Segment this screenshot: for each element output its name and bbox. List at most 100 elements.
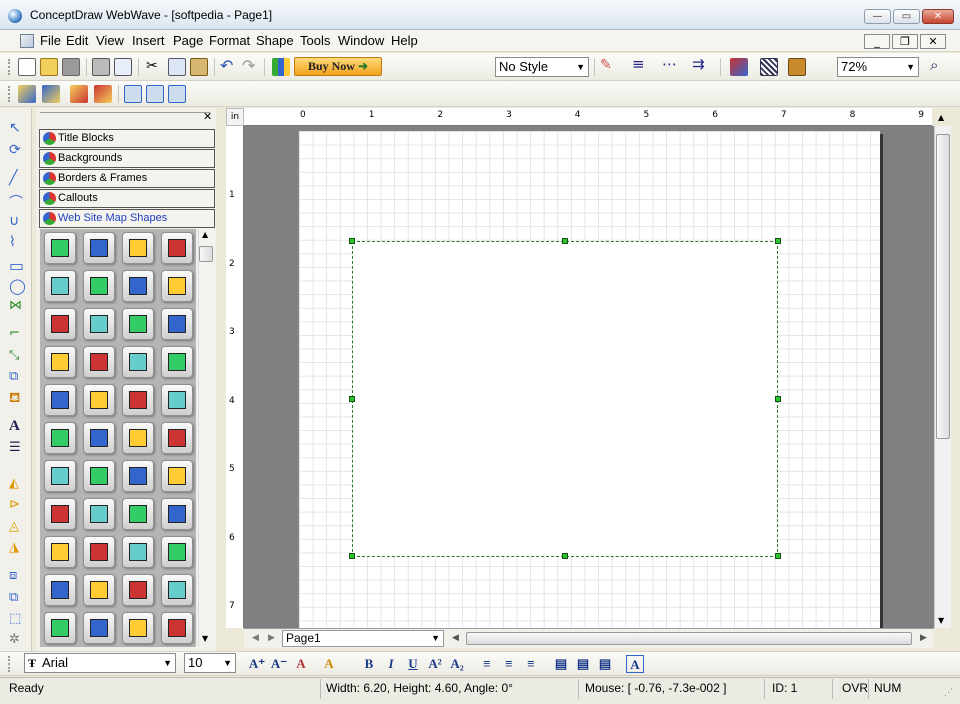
resize-handle[interactable] <box>775 553 781 559</box>
line-color-icon[interactable]: ✎ <box>600 57 612 73</box>
font-select[interactable]: Ŧ Arial ▼ <box>24 653 176 673</box>
library-shape-find-doc-icon[interactable] <box>122 270 154 302</box>
align-bottom-icon[interactable]: ▤ <box>596 655 614 673</box>
line-tool-icon[interactable]: ╱ <box>9 170 27 188</box>
flip-vertical-icon[interactable]: ⊳ <box>9 497 27 515</box>
next-page-icon[interactable]: ▶ <box>268 633 275 643</box>
align-middle-icon[interactable]: ▤ <box>574 655 592 673</box>
mdi-minimize-button[interactable]: _ <box>864 34 890 49</box>
library-shape-mail-doc-icon[interactable] <box>122 384 154 416</box>
menu-tools[interactable]: Tools <box>300 33 330 48</box>
save-icon[interactable] <box>62 58 80 76</box>
line-pattern-icon[interactable]: ⋯ <box>662 55 677 73</box>
menu-window[interactable]: Window <box>338 33 384 48</box>
toolbar-grip[interactable] <box>8 656 12 672</box>
library-shape-find-doc-icon[interactable] <box>161 270 193 302</box>
library-shape-save-icon[interactable] <box>161 574 193 606</box>
distribute-icon[interactable]: ⧉ <box>9 590 27 608</box>
library-tab-web-site-map-shapes[interactable]: Web Site Map Shapes <box>39 209 215 228</box>
menu-edit[interactable]: Edit <box>66 33 88 48</box>
resize-handle[interactable] <box>349 238 355 244</box>
page-tab[interactable]: Page1 ▼ <box>282 630 444 647</box>
align-center-icon[interactable]: ≡ <box>500 655 518 673</box>
bold-icon[interactable]: B <box>360 655 378 673</box>
print-icon[interactable] <box>92 58 110 76</box>
library-shape-home-x-icon[interactable] <box>83 612 115 644</box>
text-tool-icon[interactable]: A <box>9 418 27 436</box>
shrink-font-icon[interactable]: A⁻ <box>270 655 288 673</box>
pointer-tool-icon[interactable]: ↖ <box>9 120 27 138</box>
redo-icon[interactable]: ↷ <box>242 56 255 75</box>
library-shape-asp-net-icon[interactable] <box>161 422 193 454</box>
library-shape---icon[interactable] <box>122 346 154 378</box>
arrange-icon[interactable]: ⬚ <box>9 611 27 629</box>
text-color-icon[interactable]: A <box>292 655 310 673</box>
align-icon[interactable]: ⧈ <box>9 568 27 586</box>
rotate-left-icon[interactable]: ◬ <box>9 519 27 537</box>
ellipse-tool-icon[interactable]: ◯ <box>9 277 27 295</box>
stamp-tool-icon[interactable]: ⛾ <box>9 390 27 408</box>
library-shape-find-icon[interactable] <box>44 536 76 568</box>
library-shape-mail-icon[interactable] <box>44 270 76 302</box>
scroll-up-icon[interactable]: ▲ <box>202 230 208 239</box>
puzzle-icon[interactable]: ✲ <box>9 632 27 650</box>
library-shape-ie-doc-icon[interactable] <box>83 384 115 416</box>
library-shape-ie-icon[interactable] <box>161 612 193 644</box>
scroll-left-icon[interactable]: ◀ <box>452 633 459 643</box>
library-tab-title-blocks[interactable]: Title Blocks <box>39 129 215 148</box>
library-shape-blank-doc-icon[interactable] <box>83 460 115 492</box>
library-shape-folder-icon[interactable] <box>122 232 154 264</box>
menu-insert[interactable]: Insert <box>132 33 165 48</box>
resize-handle[interactable] <box>562 553 568 559</box>
library-scroll-thumb[interactable] <box>199 246 213 262</box>
document-icon[interactable] <box>20 34 34 48</box>
library-shape-page-icon[interactable] <box>44 232 76 264</box>
resize-handle[interactable] <box>775 238 781 244</box>
text-frame-icon[interactable]: A <box>626 655 644 673</box>
rectangle-tool-icon[interactable]: ▭ <box>9 256 27 275</box>
menu-format[interactable]: Format <box>209 33 250 48</box>
library-shape-text-doc-icon[interactable] <box>122 460 154 492</box>
zoom-select[interactable]: 72% ▼ <box>837 57 919 77</box>
cut-icon[interactable]: ✂ <box>146 58 158 74</box>
library-shape-x-doc-icon[interactable] <box>44 384 76 416</box>
align-top-icon[interactable]: ▤ <box>552 655 570 673</box>
fill-color-icon[interactable] <box>730 58 748 76</box>
library-shape-mail-icon[interactable] <box>122 498 154 530</box>
print-preview-icon[interactable] <box>114 58 132 76</box>
library-shape-pen-doc-icon[interactable] <box>44 460 76 492</box>
menu-page[interactable]: Page <box>173 33 203 48</box>
ruler-unit[interactable]: in <box>226 108 244 126</box>
copy-icon[interactable] <box>168 58 186 76</box>
minimize-button[interactable]: — <box>864 9 891 24</box>
library-close-icon[interactable]: ✕ <box>203 110 212 123</box>
library-shape-js-icon[interactable] <box>122 308 154 340</box>
scroll-down-icon[interactable]: ▼ <box>202 634 208 643</box>
library-tab-callouts[interactable]: Callouts <box>39 189 215 208</box>
page-link-icon[interactable] <box>124 85 142 103</box>
library-shape-shapes-icon[interactable] <box>161 308 193 340</box>
fill-pattern-icon[interactable] <box>760 58 778 76</box>
resize-handle[interactable] <box>349 396 355 402</box>
flip-horizontal-icon[interactable]: ◭ <box>9 476 27 494</box>
library-shape-scroll-icon[interactable] <box>161 536 193 568</box>
underline-icon[interactable]: U <box>404 655 422 673</box>
new-icon[interactable] <box>18 58 36 76</box>
scroll-right-icon[interactable]: ▶ <box>920 633 927 643</box>
resize-handle[interactable] <box>349 553 355 559</box>
library-scrollbar[interactable] <box>198 229 214 647</box>
page-prev-icon[interactable] <box>146 85 164 103</box>
polyline-tool-icon[interactable]: ⋈ <box>9 298 27 316</box>
curve-tool-icon[interactable]: ∪ <box>9 213 27 231</box>
prev-page-icon[interactable]: ◀ <box>252 633 259 643</box>
text-highlight-icon[interactable]: A <box>320 655 338 673</box>
shadow-icon[interactable] <box>788 58 806 76</box>
library-shape-ftp-icon[interactable] <box>44 498 76 530</box>
close-button[interactable]: ✕ <box>922 9 954 24</box>
rotate-tool-icon[interactable]: ⟳ <box>9 142 27 160</box>
resize-handle[interactable] <box>562 238 568 244</box>
bring-front-icon[interactable] <box>70 85 88 103</box>
undo-icon[interactable]: ↶ <box>220 56 233 75</box>
menu-shape[interactable]: Shape <box>256 33 294 48</box>
smart-connector-icon[interactable]: ⤡ <box>9 348 27 366</box>
